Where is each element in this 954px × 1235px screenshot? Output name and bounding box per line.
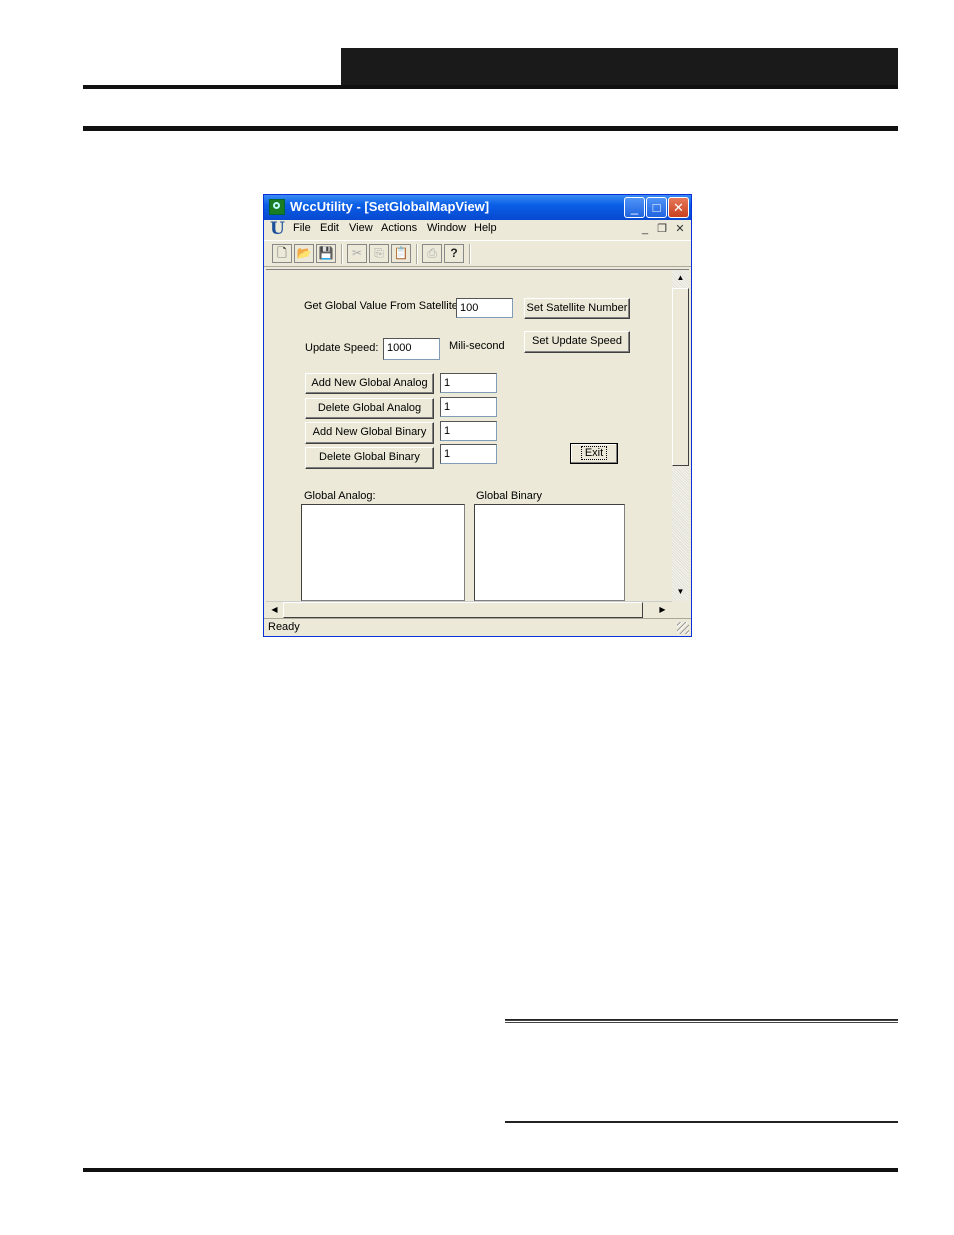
open-icon[interactable]: 📂 [294, 244, 314, 263]
global-analog-label: Global Analog: [304, 490, 376, 502]
vertical-scroll-thumb[interactable] [672, 288, 689, 466]
paste-icon[interactable]: 📋 [391, 244, 411, 263]
print-icon[interactable]: ⎙ [422, 244, 442, 263]
satellite-input[interactable]: 100 [456, 298, 513, 318]
set-update-speed-button[interactable]: Set Update Speed [524, 331, 630, 353]
maximize-button[interactable]: □ [646, 197, 667, 218]
horizontal-scroll-thumb[interactable] [283, 602, 643, 618]
delete-global-analog-button[interactable]: Delete Global Analog [305, 398, 434, 419]
help-icon[interactable]: ? [444, 244, 464, 263]
menu-bar: U File Edit View Actions Window Help _ ❐… [264, 220, 691, 239]
note-rule-top-second [505, 1022, 898, 1023]
scroll-left-icon[interactable]: ◀ [266, 602, 283, 619]
global-binary-list[interactable] [474, 504, 625, 601]
menu-view[interactable]: View [349, 222, 373, 234]
note-rule-bottom [505, 1121, 898, 1123]
scroll-down-icon[interactable]: ▼ [672, 584, 689, 601]
update-speed-label: Update Speed: [305, 342, 379, 354]
add-binary-input[interactable]: 1 [440, 421, 497, 441]
add-new-global-binary-button[interactable]: Add New Global Binary [305, 422, 434, 444]
scroll-up-icon[interactable]: ▲ [672, 270, 689, 287]
mdi-close-button[interactable]: ✕ [672, 222, 688, 236]
exit-button[interactable]: Exit [570, 443, 618, 464]
header-rule-top [83, 85, 898, 89]
menu-file[interactable]: File [293, 222, 311, 234]
menu-help[interactable]: Help [474, 222, 497, 234]
status-text: Ready [268, 621, 300, 633]
menu-actions[interactable]: Actions [381, 222, 417, 234]
vertical-scrollbar[interactable]: ▲ ▼ [672, 270, 689, 601]
mdi-child-logo-icon[interactable]: U [270, 220, 285, 238]
toolbar-separator [416, 244, 418, 264]
delete-analog-input[interactable]: 1 [440, 397, 497, 417]
app-icon[interactable] [269, 199, 285, 215]
satellite-label: Get Global Value From Satellite: [304, 300, 461, 312]
add-analog-input[interactable]: 1 [440, 373, 497, 393]
title-bar[interactable]: WccUtility - [SetGlobalMapView] _ □ ✕ [264, 195, 691, 220]
horizontal-scrollbar[interactable]: ◀ ▶ [266, 601, 672, 618]
footer-rule [83, 1168, 898, 1172]
delete-global-binary-button[interactable]: Delete Global Binary [305, 447, 434, 469]
resize-grip-icon[interactable] [677, 622, 689, 634]
menu-window[interactable]: Window [427, 222, 466, 234]
toolbar: 🗋 📂 💾 ✂ ⎘ 📋 ⎙ ? [264, 240, 691, 267]
add-new-global-analog-button[interactable]: Add New Global Analog [305, 373, 434, 394]
window-title: WccUtility - [SetGlobalMapView] [290, 199, 490, 214]
app-window: WccUtility - [SetGlobalMapView] _ □ ✕ U … [263, 194, 692, 637]
exit-button-label: Exit [580, 446, 608, 460]
menu-edit[interactable]: Edit [320, 222, 339, 234]
cut-icon[interactable]: ✂ [347, 244, 367, 263]
delete-binary-input[interactable]: 1 [440, 444, 497, 464]
close-button[interactable]: ✕ [668, 197, 689, 218]
form-view: Get Global Value From Satellite: 100 Set… [266, 269, 689, 618]
header-rule-bottom [83, 126, 898, 131]
scroll-right-icon[interactable]: ▶ [654, 602, 671, 619]
mdi-minimize-button[interactable]: _ [637, 222, 653, 236]
set-satellite-number-button[interactable]: Set Satellite Number [524, 298, 630, 319]
save-icon[interactable]: 💾 [316, 244, 336, 263]
mdi-restore-button[interactable]: ❐ [654, 222, 670, 236]
note-rule-top [505, 1019, 898, 1021]
toolbar-separator [341, 244, 343, 264]
status-bar: Ready [264, 618, 691, 636]
new-icon[interactable]: 🗋 [272, 244, 292, 263]
toolbar-separator [469, 244, 471, 264]
copy-icon[interactable]: ⎘ [369, 244, 389, 263]
update-speed-input[interactable]: 1000 [383, 338, 440, 360]
global-analog-list[interactable] [301, 504, 465, 601]
global-binary-label: Global Binary [476, 490, 543, 502]
update-speed-unit: Mili-second [449, 340, 505, 352]
header-bar [341, 48, 898, 85]
minimize-button[interactable]: _ [624, 197, 645, 218]
